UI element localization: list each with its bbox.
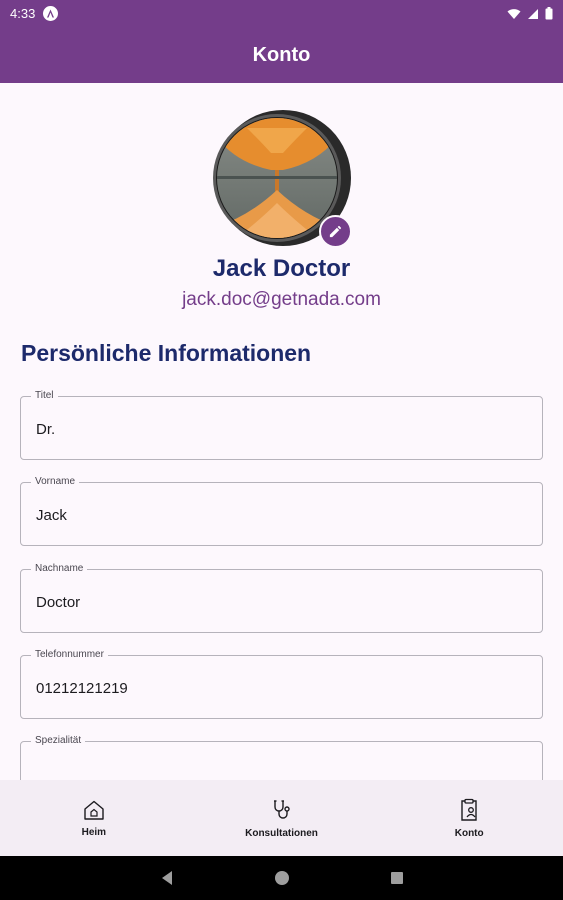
battery-icon [545, 7, 553, 20]
status-bar: 4:33 [0, 0, 563, 27]
bottom-navigation: Heim Konsultationen Konto [0, 780, 563, 856]
profile-name: Jack Doctor [212, 255, 351, 282]
nav-label: Heim [81, 826, 107, 838]
last-name-field[interactable]: Nachname Doctor [20, 563, 543, 633]
stethoscope-icon [273, 799, 290, 819]
field-label: Titel [31, 390, 58, 402]
phone-field[interactable]: Telefonnummer 01212121219 [20, 649, 543, 719]
first-name-field[interactable]: Vorname Jack [20, 476, 543, 546]
app-screen: 4:33 Konto Jack Doctor jack.doc@getnada.… [0, 0, 563, 900]
system-navigation-bar [0, 856, 563, 900]
title-field[interactable]: Titel Dr. [20, 390, 543, 460]
nav-label: Konto [454, 827, 484, 839]
field-value: Dr. [36, 421, 56, 438]
recents-icon[interactable] [390, 871, 404, 885]
signal-icon [528, 8, 538, 19]
field-value: 01212121219 [36, 680, 128, 697]
back-icon[interactable] [160, 870, 174, 886]
field-label: Nachname [31, 563, 88, 575]
account-document-icon [461, 798, 477, 821]
a-icon [43, 6, 59, 21]
nav-item-home[interactable]: Heim [0, 780, 188, 856]
wifi-icon [507, 8, 521, 19]
nav-label: Konsultationen [245, 827, 318, 839]
pencil-icon [329, 225, 342, 238]
nav-item-account[interactable]: Konto [375, 780, 563, 856]
field-label: Vorname [31, 476, 80, 488]
status-icons [507, 7, 553, 20]
field-value: Doctor [36, 594, 81, 611]
edit-avatar-button[interactable] [319, 215, 352, 248]
page-title: Konto [252, 43, 311, 66]
avatar-container [211, 108, 353, 248]
section-title: Persönliche Informationen [21, 340, 312, 366]
status-left: 4:33 [10, 6, 59, 21]
profile-email: jack.doc@getnada.com [182, 289, 381, 310]
field-label: Spezialität [31, 735, 86, 747]
field-value: Jack [36, 507, 67, 524]
app-bar: Konto [0, 27, 563, 83]
home-button-icon[interactable] [274, 870, 290, 886]
field-label: Telefonnummer [31, 649, 108, 661]
account-content[interactable]: Jack Doctor jack.doc@getnada.com Persönl… [0, 83, 563, 780]
specialty-field[interactable]: Spezialität [20, 735, 543, 780]
status-time: 4:33 [10, 6, 36, 21]
nav-item-consultations[interactable]: Konsultationen [188, 780, 376, 856]
home-icon [84, 800, 104, 820]
